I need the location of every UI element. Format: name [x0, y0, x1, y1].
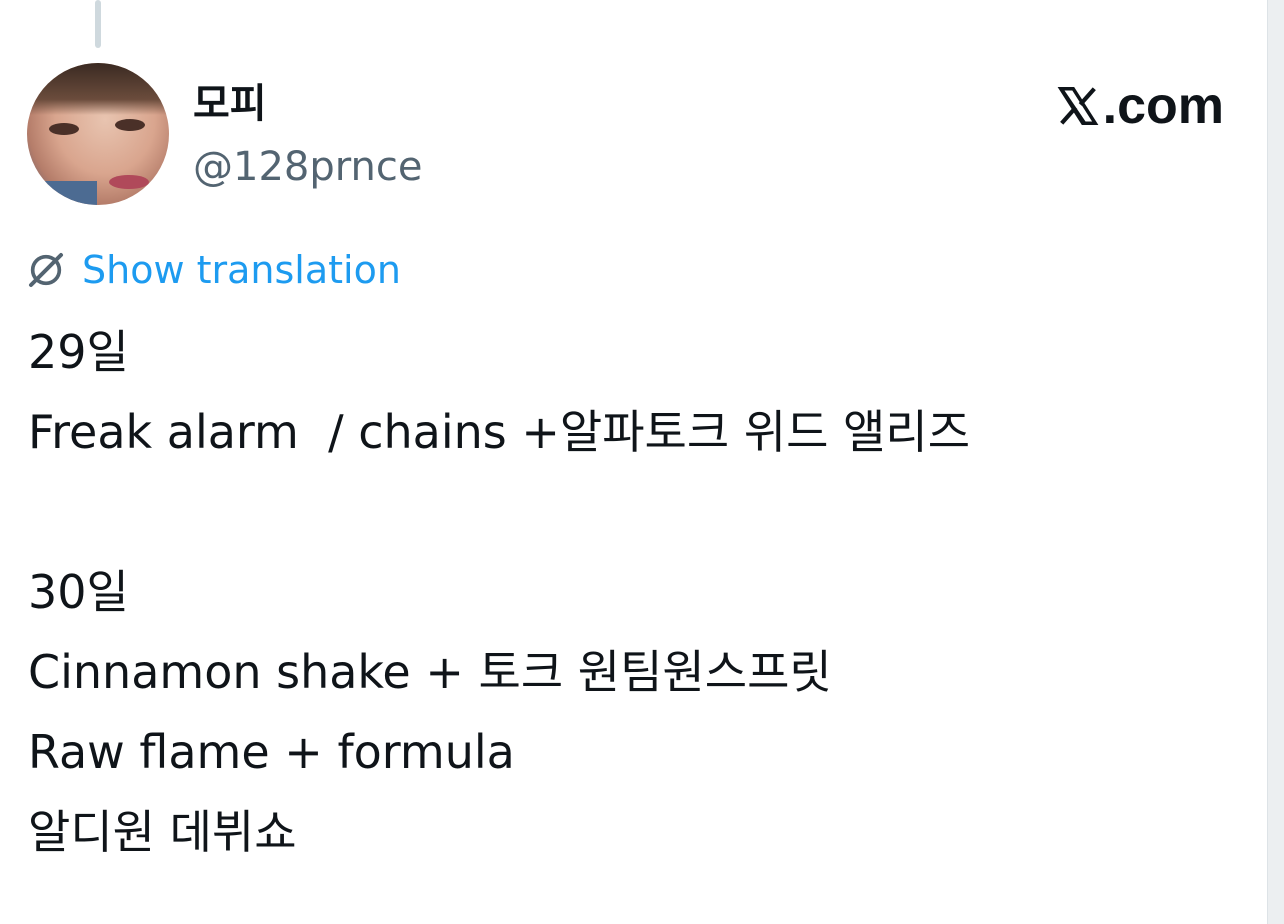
- x-logo-icon: [1057, 87, 1099, 125]
- author-display-name[interactable]: 모피: [193, 80, 267, 128]
- tweet-line: Freak alarm / chains +알파토크 위드 앨리즈: [28, 405, 971, 459]
- show-translation-label[interactable]: Show translation: [82, 246, 401, 294]
- tweet-line: 30일: [28, 565, 129, 619]
- author-handle[interactable]: @128prnce: [193, 143, 422, 191]
- brand-label: .com: [1102, 77, 1224, 135]
- tweet-line: 알디원 데뷔쇼: [28, 805, 297, 859]
- tweet-line: 29일: [28, 325, 129, 379]
- show-translation-link[interactable]: Show translation: [26, 246, 401, 294]
- tweet-line: Cinnamon shake + 토크 원팀원스프릿: [28, 645, 832, 699]
- tweet-line: Raw flame + formula: [28, 725, 515, 779]
- globe-slash-icon: [29, 253, 63, 287]
- scroll-edge: [1267, 0, 1284, 924]
- x-com-brand: .com: [1055, 76, 1224, 136]
- avatar[interactable]: [27, 63, 169, 205]
- tweet-text: 29일 Freak alarm / chains +알파토크 위드 앨리즈 30…: [28, 312, 1228, 872]
- thread-connector-line: [95, 0, 101, 48]
